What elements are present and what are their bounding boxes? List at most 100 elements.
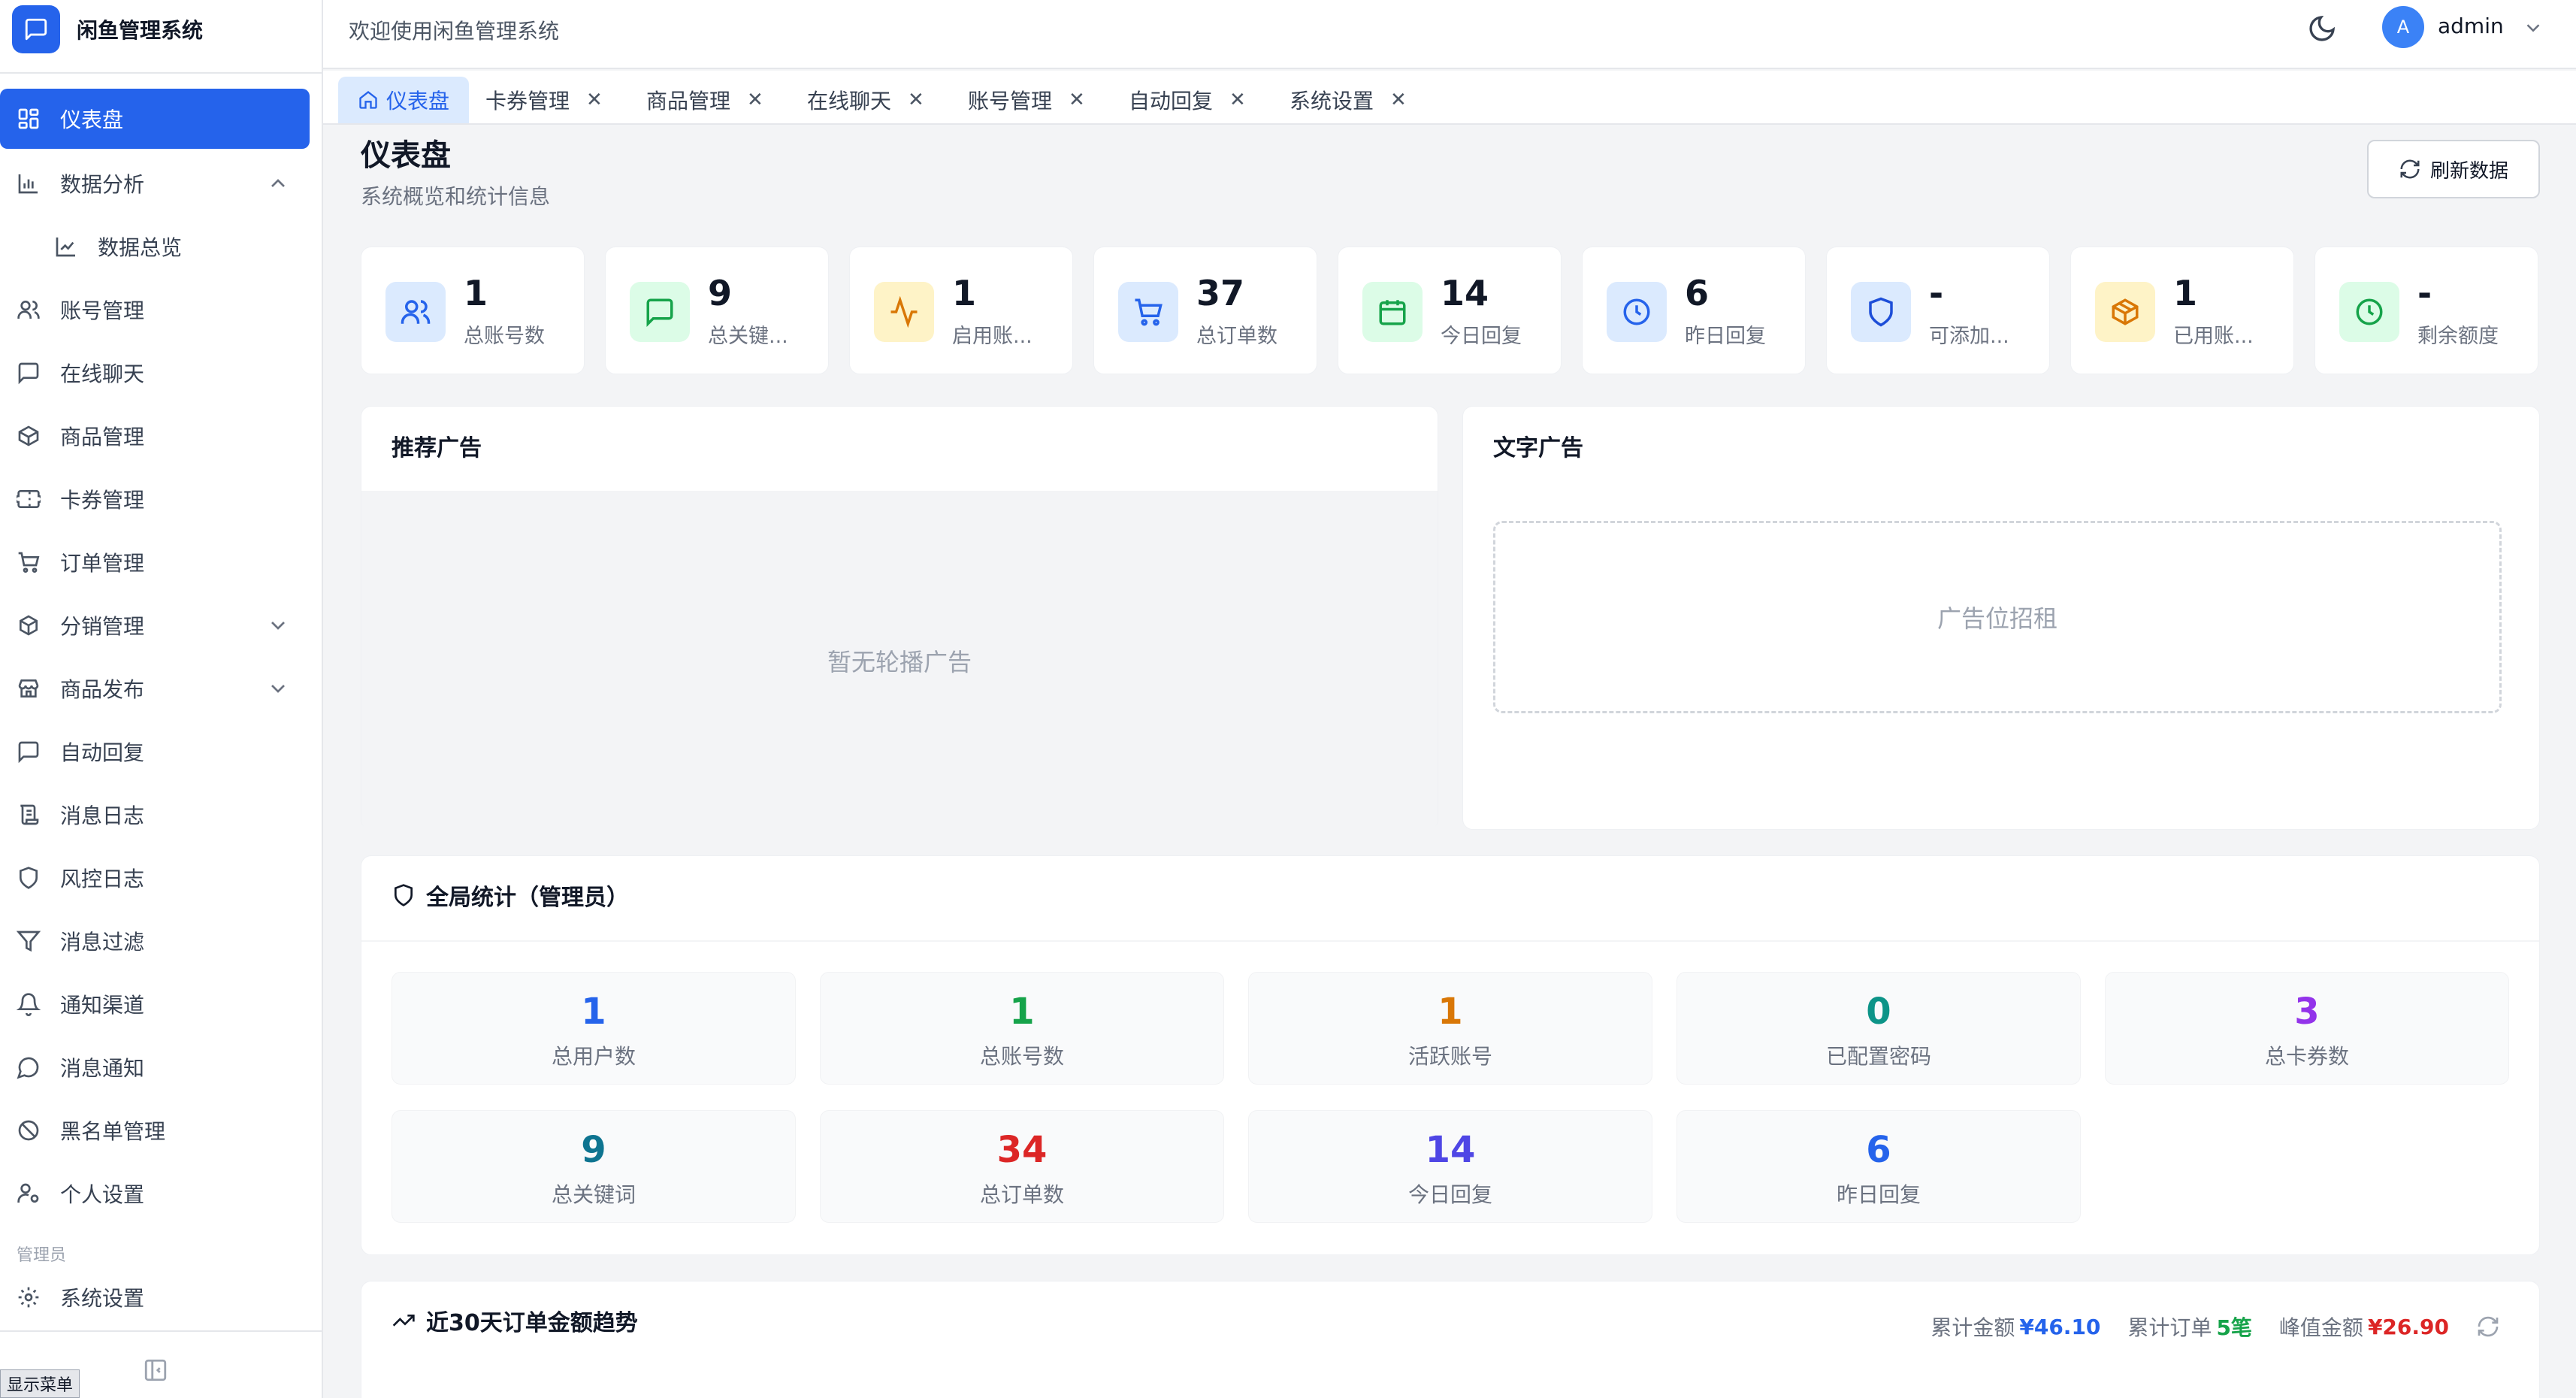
sidebar-item-chat[interactable]: 在线聊天 xyxy=(0,341,322,404)
close-icon[interactable]: ✕ xyxy=(1069,89,1085,111)
tab-accounts[interactable]: 账号管理 ✕ xyxy=(968,77,1085,123)
tab-chat[interactable]: 在线聊天 ✕ xyxy=(807,77,924,123)
line-chart-icon xyxy=(54,235,78,259)
app-logo[interactable]: 闲鱼管理系统 xyxy=(12,5,203,54)
sidebar-item-label: 黑名单管理 xyxy=(60,1119,166,1144)
sidebar-item-distribution[interactable]: 分销管理 xyxy=(0,594,322,657)
sidebar-nav: 仪表盘 数据分析 数据总览 账号管理 在线聊天 商品管理 卡券管理 订单管理 分… xyxy=(0,89,322,1329)
stat-cards: 1 总账号数 9 总关键... 1 启用账... 37 总订单数 14 今日回复… xyxy=(361,247,2540,374)
sidebar-item-message-filter[interactable]: 消息过滤 xyxy=(0,909,322,973)
stat-card-used-accounts: 1 已用账... xyxy=(2070,247,2294,374)
tab-products[interactable]: 商品管理 ✕ xyxy=(646,77,763,123)
sidebar-item-analytics[interactable]: 数据分析 xyxy=(0,152,322,215)
chat-circle-icon xyxy=(17,1055,41,1079)
sidebar-item-notify-channels[interactable]: 通知渠道 xyxy=(0,973,322,1036)
order-trend-card: 近30天订单金额趋势 累计金额 ¥46.10 累计订单 5笔 峰值金额 ¥26.… xyxy=(361,1281,2540,1398)
sidebar-item-profile[interactable]: 个人设置 xyxy=(0,1162,322,1225)
close-icon[interactable]: ✕ xyxy=(1229,89,1246,111)
total-amount-label: 累计金额 xyxy=(1930,1315,2015,1340)
sidebar-item-orders[interactable]: 订单管理 xyxy=(0,531,322,594)
tab-label: 自动回复 xyxy=(1129,89,1214,113)
recommend-ads-title: 推荐广告 xyxy=(392,435,482,461)
text-ads-card: 文字广告 广告位招租 xyxy=(1462,406,2540,830)
sidebar-item-dashboard[interactable]: 仪表盘 xyxy=(0,89,310,149)
sidebar-item-label: 自动回复 xyxy=(60,740,145,765)
sidebar-item-label: 商品管理 xyxy=(60,425,145,449)
stat-card-addable: - 可添加... xyxy=(1826,247,2050,374)
text-ads-title: 文字广告 xyxy=(1493,435,1583,461)
tab-settings[interactable]: 系统设置 ✕ xyxy=(1290,77,1407,123)
sidebar-item-label: 消息日志 xyxy=(60,803,145,828)
sidebar-item-blacklist[interactable]: 黑名单管理 xyxy=(0,1099,322,1162)
close-icon[interactable]: ✕ xyxy=(586,89,603,111)
chevron-down-icon[interactable] xyxy=(2522,17,2544,39)
sidebar-item-label: 系统设置 xyxy=(60,1286,145,1311)
close-icon[interactable]: ✕ xyxy=(747,89,763,111)
tab-auto-reply[interactable]: 自动回复 ✕ xyxy=(1129,77,1246,123)
sidebar-collapse-icon[interactable] xyxy=(143,1357,168,1383)
text-ad-placeholder[interactable]: 广告位招租 xyxy=(1493,521,2502,713)
stat-value: 6 xyxy=(1685,273,1710,313)
sidebar-item-label: 卡券管理 xyxy=(60,488,145,513)
gear-icon xyxy=(17,1285,41,1309)
stat-value: - xyxy=(1929,273,1944,313)
order-trend-title: 近30天订单金额趋势 xyxy=(426,1310,638,1336)
tab-dashboard[interactable]: 仪表盘 xyxy=(338,77,470,123)
global-stats-card: 全局统计（管理员） 1 总用户数 1 总账号数 1 活跃账号 0 已配置密码 3 总卡券数… xyxy=(361,855,2540,1255)
chat-logo-icon xyxy=(12,5,60,53)
sidebar-item-label: 分销管理 xyxy=(60,614,145,639)
global-stat-passwords: 0 已配置密码 xyxy=(1677,972,2081,1085)
sidebar-item-publish[interactable]: 商品发布 xyxy=(0,657,322,720)
sidebar-item-data-overview[interactable]: 数据总览 xyxy=(0,215,322,278)
global-stat-orders: 34 总订单数 xyxy=(820,1110,1224,1223)
stat-value: 37 xyxy=(1196,273,1245,313)
global-stat-label: 总关键词 xyxy=(551,1182,636,1207)
stat-label: 昨日回复 xyxy=(1685,325,1766,348)
global-stat-value: 0 xyxy=(1866,991,1891,1033)
sidebar-item-risk-log[interactable]: 风控日志 xyxy=(0,846,322,909)
shield-icon xyxy=(17,866,41,890)
users-icon xyxy=(385,282,446,342)
username[interactable]: admin xyxy=(2438,14,2504,38)
avatar[interactable]: A xyxy=(2382,6,2424,48)
refresh-icon[interactable] xyxy=(2476,1315,2500,1339)
sidebar-divider xyxy=(0,72,322,74)
recommend-ads-card: 推荐广告 暂无轮播广告 xyxy=(361,406,1438,831)
calendar-icon xyxy=(1362,282,1423,342)
top-header: 欢迎使用闲鱼管理系统 A admin xyxy=(323,0,2576,69)
global-stat-label: 今日回复 xyxy=(1407,1182,1492,1207)
sidebar-item-message-log[interactable]: 消息日志 xyxy=(0,783,322,846)
chevron-up-icon xyxy=(266,171,290,195)
tab-label: 卡券管理 xyxy=(485,89,570,113)
sidebar-item-auto-reply[interactable]: 自动回复 xyxy=(0,720,322,783)
peak-amount-label: 峰值金额 xyxy=(2278,1315,2363,1340)
global-stat-label: 总用户数 xyxy=(551,1044,636,1069)
refresh-button[interactable]: 刷新数据 xyxy=(2367,140,2540,198)
bar-chart-icon xyxy=(17,171,41,195)
sidebar-item-label: 消息过滤 xyxy=(60,930,145,955)
sidebar-item-accounts[interactable]: 账号管理 xyxy=(0,278,322,341)
clock-icon xyxy=(2339,282,2399,342)
dashboard-icon xyxy=(17,107,41,131)
close-icon[interactable]: ✕ xyxy=(1390,89,1407,111)
sidebar-item-label: 数据总览 xyxy=(98,235,183,260)
sidebar-item-coupons[interactable]: 卡券管理 xyxy=(0,468,322,531)
sidebar-item-system-settings[interactable]: 系统设置 xyxy=(0,1266,322,1329)
cart-icon xyxy=(1118,282,1178,342)
message-icon xyxy=(17,361,41,385)
peak-amount-value: ¥26.90 xyxy=(2367,1314,2449,1339)
package-icon xyxy=(2095,282,2155,342)
admin-section-label: 管理员 xyxy=(17,1246,67,1265)
moon-icon[interactable] xyxy=(2307,14,2337,44)
tab-label: 商品管理 xyxy=(646,89,731,113)
app-title: 闲鱼管理系统 xyxy=(77,18,204,43)
sidebar-item-products[interactable]: 商品管理 xyxy=(0,404,322,468)
stat-card-total-orders: 37 总订单数 xyxy=(1093,247,1317,374)
stat-value: - xyxy=(2417,273,2432,313)
tab-coupons[interactable]: 卡券管理 ✕ xyxy=(485,77,603,123)
sidebar-item-message-notify[interactable]: 消息通知 xyxy=(0,1036,322,1099)
close-icon[interactable]: ✕ xyxy=(908,89,924,111)
global-stat-label: 总订单数 xyxy=(979,1182,1064,1207)
refresh-label: 刷新数据 xyxy=(2429,159,2508,183)
global-stats-header: 全局统计（管理员） xyxy=(392,879,629,912)
